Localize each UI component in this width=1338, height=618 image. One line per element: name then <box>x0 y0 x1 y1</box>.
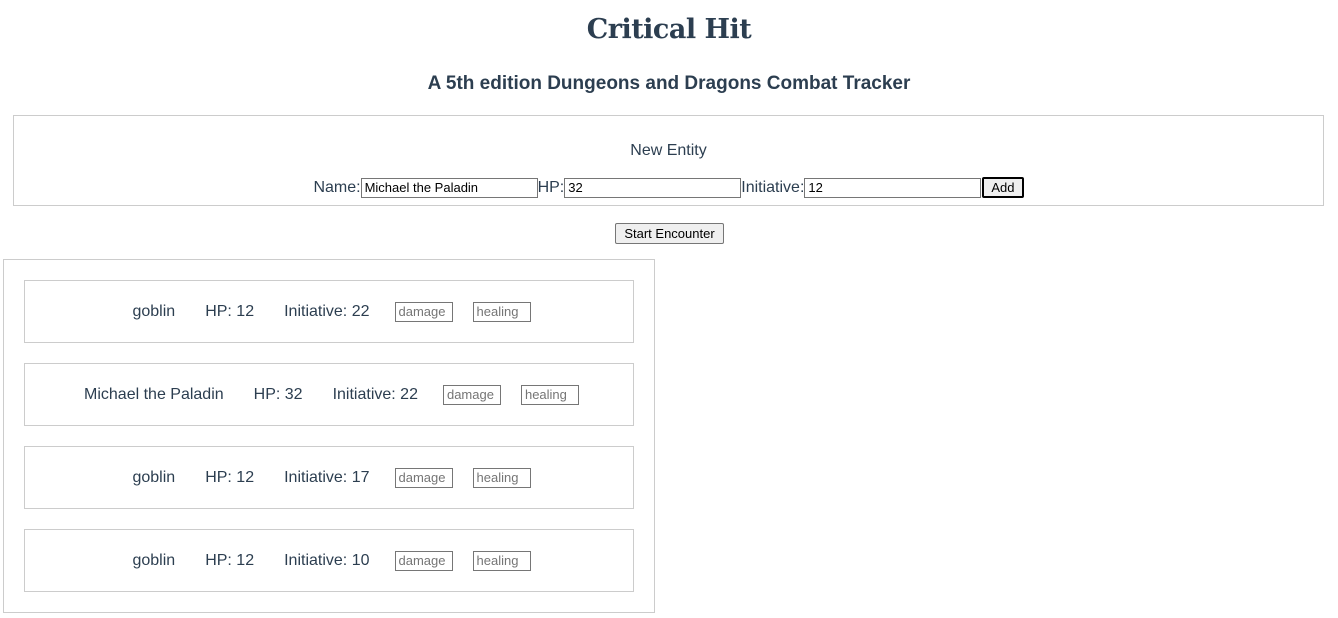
new-entity-panel: New Entity Name: HP: Initiative: Add <box>13 115 1324 206</box>
entity-list: goblin HP: 12 Initiative: 22 Michael the… <box>3 259 655 613</box>
entity-hp: HP: 12 <box>205 468 255 486</box>
entity-hp: HP: 12 <box>205 302 255 320</box>
entity-name: goblin <box>132 551 176 569</box>
initiative-label: Initiative: <box>741 178 805 196</box>
entity-initiative: Initiative: 22 <box>284 302 370 320</box>
initiative-input[interactable] <box>804 177 982 198</box>
entity-hp: HP: 12 <box>205 551 255 569</box>
name-input[interactable] <box>360 177 538 198</box>
entity-hp: HP: 32 <box>253 385 303 403</box>
entity-initiative: Initiative: 10 <box>284 551 370 569</box>
damage-input[interactable] <box>394 550 453 571</box>
name-label: Name: <box>313 178 361 196</box>
app-subtitle: A 5th edition Dungeons and Dragons Comba… <box>427 73 911 94</box>
page: Critical Hit A 5th edition Dungeons and … <box>0 0 1338 618</box>
entity-card: goblin HP: 12 Initiative: 22 <box>24 280 634 343</box>
entity-card: Michael the Paladin HP: 32 Initiative: 2… <box>24 363 634 426</box>
hp-input[interactable] <box>564 177 742 198</box>
damage-input[interactable] <box>394 467 453 488</box>
entity-initiative: Initiative: 22 <box>332 385 418 403</box>
entity-initiative: Initiative: 17 <box>284 468 370 486</box>
healing-input[interactable] <box>520 384 579 405</box>
entity-card: goblin HP: 12 Initiative: 17 <box>24 446 634 509</box>
add-button[interactable]: Add <box>982 177 1024 198</box>
healing-input[interactable] <box>472 301 531 322</box>
start-encounter-button[interactable]: Start Encounter <box>615 223 724 244</box>
damage-input[interactable] <box>442 384 501 405</box>
damage-input[interactable] <box>394 301 453 322</box>
app-title: Critical Hit <box>586 14 752 45</box>
healing-input[interactable] <box>472 467 531 488</box>
hp-label: HP: <box>537 178 565 196</box>
new-entity-heading: New Entity <box>630 142 707 159</box>
entity-name: Michael the Paladin <box>84 385 224 403</box>
entity-card: goblin HP: 12 Initiative: 10 <box>24 529 634 592</box>
entity-name: goblin <box>132 468 176 486</box>
entity-name: goblin <box>132 302 176 320</box>
healing-input[interactable] <box>472 550 531 571</box>
new-entity-form: Name: HP: Initiative: Add <box>14 177 1323 198</box>
